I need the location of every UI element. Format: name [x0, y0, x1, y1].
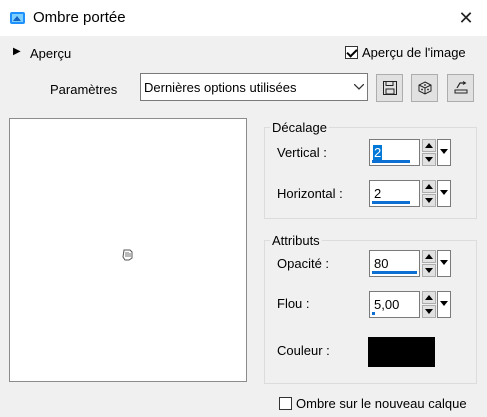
horizontal-input[interactable]: 2	[369, 180, 420, 207]
shadow-color-swatch[interactable]	[368, 337, 435, 367]
move-cursor-icon	[120, 247, 136, 263]
horizontal-spinner[interactable]	[422, 180, 436, 207]
preview-toggle-label[interactable]: Aperçu	[30, 46, 71, 61]
vertical-value: 2	[373, 145, 383, 160]
vertical-level-bar	[372, 160, 410, 163]
image-preview-label[interactable]: Aperçu de l'image	[362, 45, 466, 60]
color-label: Couleur :	[277, 343, 330, 358]
preset-value: Dernières options utilisées	[144, 80, 297, 95]
opacity-increment-button[interactable]	[422, 250, 436, 263]
opacity-level-bar	[372, 271, 417, 274]
save-preset-button[interactable]	[376, 74, 403, 102]
close-icon[interactable]: ✕	[456, 8, 476, 28]
vertical-input[interactable]: 2	[369, 139, 420, 166]
new-layer-label[interactable]: Ombre sur le nouveau calque	[296, 396, 467, 411]
preset-manager-button[interactable]	[447, 74, 474, 102]
image-preview-checkbox[interactable]	[345, 46, 358, 59]
opacity-decrement-button[interactable]	[422, 264, 436, 277]
opacity-input[interactable]: 80	[369, 250, 420, 277]
blur-increment-button[interactable]	[422, 291, 436, 304]
blur-spinner[interactable]	[422, 291, 436, 318]
horizontal-decrement-button[interactable]	[422, 194, 436, 207]
vertical-spinner[interactable]	[422, 139, 436, 166]
vertical-label: Vertical :	[277, 145, 327, 160]
vertical-increment-button[interactable]	[422, 139, 436, 152]
new-layer-checkbox[interactable]	[279, 397, 292, 410]
blur-slider-button[interactable]	[437, 291, 451, 318]
blur-input[interactable]: 5,00	[369, 291, 420, 318]
horizontal-slider-button[interactable]	[437, 180, 451, 207]
preset-dropdown[interactable]: Dernières options utilisées	[140, 73, 368, 101]
vertical-slider-button[interactable]	[437, 139, 451, 166]
horizontal-label: Horizontal :	[277, 186, 343, 201]
window-title: Ombre portée	[33, 9, 126, 26]
opacity-slider-button[interactable]	[437, 250, 451, 277]
blur-decrement-button[interactable]	[422, 305, 436, 318]
horizontal-value: 2	[374, 186, 382, 201]
offset-group-title: Décalage	[270, 120, 329, 135]
blur-label: Flou :	[277, 296, 310, 311]
app-icon	[9, 10, 27, 26]
random-preset-button[interactable]	[411, 74, 438, 102]
attributes-group-title: Attributs	[270, 233, 322, 248]
opacity-value: 80	[374, 256, 389, 271]
blur-level-bar	[372, 312, 375, 315]
vertical-decrement-button[interactable]	[422, 153, 436, 166]
horizontal-level-bar	[372, 201, 410, 204]
blur-value: 5,00	[374, 297, 400, 312]
chevron-down-icon[interactable]	[350, 74, 367, 100]
opacity-spinner[interactable]	[422, 250, 436, 277]
params-label: Paramètres	[50, 82, 118, 97]
opacity-label: Opacité :	[277, 256, 330, 271]
horizontal-increment-button[interactable]	[422, 180, 436, 193]
triangle-right-icon[interactable]: ▶	[13, 46, 21, 57]
